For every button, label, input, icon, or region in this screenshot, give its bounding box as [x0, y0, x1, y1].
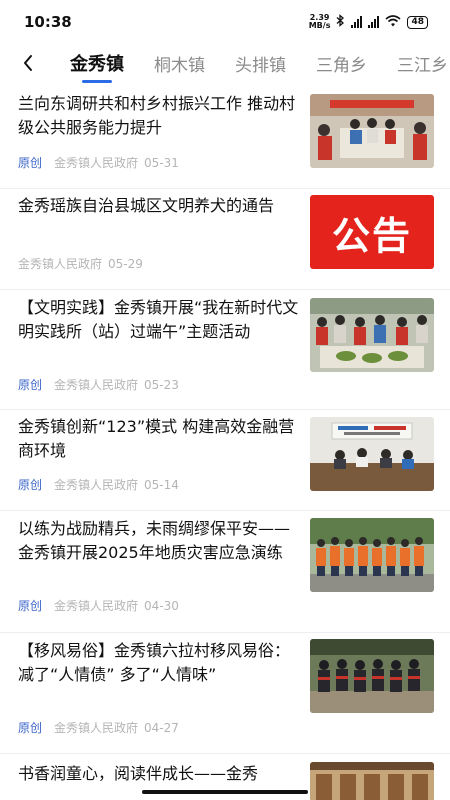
cellular-signal-2-icon	[368, 16, 380, 28]
home-gesture-bar[interactable]	[142, 790, 308, 794]
region-tab-bar: 金秀镇 桐木镇 头排镇 三角乡 三江乡	[0, 44, 450, 83]
chevron-left-icon	[24, 55, 32, 71]
article-date: 05-31	[144, 156, 179, 170]
article-thumbnail	[310, 762, 434, 800]
article-date: 04-30	[144, 599, 179, 613]
article-title: 【移风易俗】金秀镇六拉村移风易俗：减了“人情债” 多了“人情味”	[18, 641, 291, 684]
article-meta: 原创 金秀镇人民政府 04-27	[18, 719, 179, 736]
status-time: 10:38	[24, 13, 72, 31]
article-date: 05-29	[108, 257, 143, 271]
tab-jinxiu[interactable]: 金秀镇	[70, 50, 124, 83]
article-date: 04-27	[144, 721, 179, 735]
article-item[interactable]: 兰向东调研共和村乡村振兴工作 推动村级公共服务能力提升 原创 金秀镇人民政府 05-…	[0, 88, 450, 189]
article-title: 书香润童心，阅读伴成长——金秀	[18, 764, 259, 783]
wifi-icon	[385, 14, 401, 30]
article-title: 以练为战励精兵，未雨绸缪保平安——金秀镇开展2025年地质灾害应急演练	[18, 519, 291, 562]
article-item[interactable]: 以练为战励精兵，未雨绸缪保平安——金秀镇开展2025年地质灾害应急演练 原创 金秀…	[0, 511, 450, 633]
article-item[interactable]: 金秀瑶族自治县城区文明养犬的通告 金秀镇人民政府 05-29 公告	[0, 189, 450, 290]
article-title: 金秀瑶族自治县城区文明养犬的通告	[18, 196, 275, 215]
article-item[interactable]: 金秀镇创新“123”模式 构建高效金融营商环境 原创 金秀镇人民政府 05-14	[0, 410, 450, 511]
article-source: 金秀镇人民政府	[54, 378, 139, 392]
article-thumbnail	[310, 518, 434, 592]
original-tag: 原创	[18, 378, 43, 392]
article-list: 兰向东调研共和村乡村振兴工作 推动村级公共服务能力提升 原创 金秀镇人民政府 05-…	[0, 88, 450, 800]
article-meta: 原创 金秀镇人民政府 05-14	[18, 476, 179, 493]
tab-sanjiao[interactable]: 三角乡	[316, 51, 367, 76]
network-speed-unit: MB/s	[308, 21, 331, 30]
tab-sanjiang[interactable]: 三江乡	[397, 51, 448, 76]
original-tag: 原创	[18, 721, 43, 735]
battery-icon: 48	[407, 15, 428, 29]
bluetooth-icon	[336, 14, 345, 30]
article-thumbnail	[310, 94, 434, 168]
article-source: 金秀镇人民政府	[54, 478, 139, 492]
article-thumbnail	[310, 639, 434, 713]
article-source: 金秀镇人民政府	[54, 599, 139, 613]
article-meta: 原创 金秀镇人民政府 05-23	[18, 376, 179, 393]
article-meta: 金秀镇人民政府 05-29	[18, 255, 143, 272]
tab-tongmu[interactable]: 桐木镇	[154, 51, 205, 76]
article-source: 金秀镇人民政府	[54, 156, 139, 170]
status-bar: 10:38 2.39 MB/s 48	[0, 0, 450, 44]
article-source: 金秀镇人民政府	[54, 721, 139, 735]
region-tabs: 金秀镇 桐木镇 头排镇 三角乡 三江乡	[70, 50, 448, 83]
original-tag: 原创	[18, 156, 43, 170]
article-title: 金秀镇创新“123”模式 构建高效金融营商环境	[18, 417, 295, 460]
article-title: 【文明实践】金秀镇开展“我在新时代文明实践所（站）过端午”主题活动	[18, 298, 299, 341]
tab-toupai[interactable]: 头排镇	[235, 51, 286, 76]
notice-image: 公告	[310, 195, 434, 269]
article-meta: 原创 金秀镇人民政府 04-30	[18, 597, 179, 614]
article-thumbnail	[310, 417, 434, 491]
original-tag: 原创	[18, 599, 43, 613]
article-source: 金秀镇人民政府	[18, 257, 103, 271]
article-meta: 原创 金秀镇人民政府 05-31	[18, 154, 179, 171]
article-date: 05-14	[144, 478, 179, 492]
article-item[interactable]: 【移风易俗】金秀镇六拉村移风易俗：减了“人情债” 多了“人情味” 原创 金秀镇人民…	[0, 633, 450, 754]
article-title: 兰向东调研共和村乡村振兴工作 推动村级公共服务能力提升	[18, 94, 296, 137]
original-tag: 原创	[18, 478, 43, 492]
network-speed: 2.39 MB/s	[309, 14, 331, 30]
status-icons: 2.39 MB/s 48	[309, 14, 428, 30]
cellular-signal-icon	[351, 16, 363, 28]
article-date: 05-23	[144, 378, 179, 392]
article-item[interactable]: 【文明实践】金秀镇开展“我在新时代文明实践所（站）过端午”主题活动 原创 金秀镇人…	[0, 290, 450, 410]
article-thumbnail	[310, 298, 434, 372]
back-button[interactable]	[8, 44, 48, 82]
notice-image-text: 公告	[331, 212, 412, 258]
